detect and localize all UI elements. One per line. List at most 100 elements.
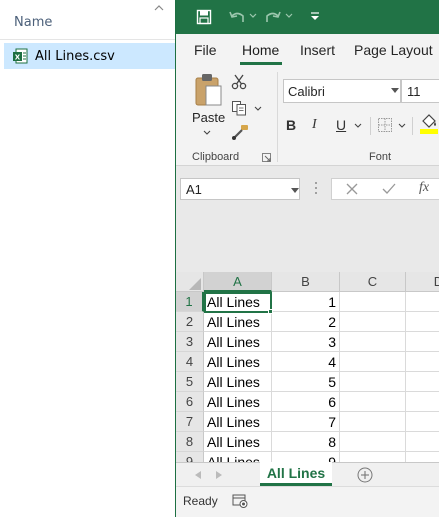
sheet-scroll-right-icon[interactable] — [216, 471, 222, 479]
borders-icon[interactable] — [377, 117, 393, 133]
status-text: Ready — [183, 494, 218, 508]
tab-home[interactable]: Home — [242, 42, 279, 58]
cell-c4[interactable] — [340, 352, 406, 372]
cell-d4[interactable] — [406, 352, 439, 372]
sheet-scroll-left-icon[interactable] — [195, 471, 201, 479]
cell-a8[interactable]: All Lines — [204, 432, 272, 452]
name-box[interactable]: A1 — [180, 178, 300, 200]
cell-d9[interactable] — [406, 452, 439, 462]
cell-d7[interactable] — [406, 412, 439, 432]
cell-b4[interactable]: 4 — [272, 352, 340, 372]
save-icon[interactable] — [196, 9, 212, 25]
macro-record-icon[interactable] — [232, 494, 248, 508]
table-row: 7 All Lines 7 — [176, 412, 439, 432]
spreadsheet-grid[interactable]: A B C D 1 All Lines 1 2 All Lines 2 3 Al… — [176, 272, 439, 462]
undo-icon[interactable] — [228, 9, 246, 25]
row-header[interactable]: 8 — [176, 432, 204, 452]
cell-a2[interactable]: All Lines — [204, 312, 272, 332]
cell-c3[interactable] — [340, 332, 406, 352]
enter-check-icon[interactable] — [382, 183, 396, 195]
row-header[interactable]: 2 — [176, 312, 204, 332]
paste-dropdown-icon[interactable] — [203, 130, 211, 135]
cell-b6[interactable]: 6 — [272, 392, 340, 412]
row-header[interactable]: 6 — [176, 392, 204, 412]
column-header-b[interactable]: B — [272, 272, 340, 292]
copy-dropdown-icon[interactable] — [254, 106, 262, 111]
dialog-launcher-icon[interactable] — [262, 153, 271, 162]
table-row: 1 All Lines 1 — [176, 292, 439, 312]
cell-b8[interactable]: 8 — [272, 432, 340, 452]
cell-d2[interactable] — [406, 312, 439, 332]
cell-c8[interactable] — [340, 432, 406, 452]
cell-b9[interactable]: 9 — [272, 452, 340, 462]
column-header-d[interactable]: D — [406, 272, 439, 292]
cell-a4[interactable]: All Lines — [204, 352, 272, 372]
tab-file[interactable]: File — [194, 42, 217, 58]
column-header-c[interactable]: C — [340, 272, 406, 292]
cell-c5[interactable] — [340, 372, 406, 392]
font-size-combo[interactable]: 11 — [401, 79, 439, 103]
cell-a3[interactable]: All Lines — [204, 332, 272, 352]
cell-a5[interactable]: All Lines — [204, 372, 272, 392]
cell-b2[interactable]: 2 — [272, 312, 340, 332]
cell-d6[interactable] — [406, 392, 439, 412]
copy-icon[interactable] — [231, 100, 247, 116]
undo-dropdown-icon[interactable] — [249, 13, 257, 19]
cell-d8[interactable] — [406, 432, 439, 452]
cell-b5[interactable]: 5 — [272, 372, 340, 392]
tab-insert[interactable]: Insert — [300, 42, 335, 58]
file-list-item[interactable]: X All Lines.csv — [4, 43, 175, 69]
borders-dropdown-icon[interactable] — [398, 123, 406, 128]
column-header-a[interactable]: A — [204, 272, 272, 292]
cell-d3[interactable] — [406, 332, 439, 352]
cell-d5[interactable] — [406, 372, 439, 392]
cell-a1[interactable]: All Lines — [204, 292, 272, 312]
formula-bar-grip-icon[interactable] — [314, 180, 318, 196]
row-header[interactable]: 4 — [176, 352, 204, 372]
chevron-down-icon[interactable] — [291, 188, 299, 193]
cell-c1[interactable] — [340, 292, 406, 312]
tab-page-layout[interactable]: Page Layout — [354, 42, 433, 58]
cell-a9[interactable]: All Lines — [204, 452, 272, 462]
customize-qat-icon[interactable] — [310, 11, 320, 21]
font-name-combo[interactable]: Calibri — [283, 79, 401, 103]
fill-handle[interactable] — [268, 309, 273, 314]
table-row: 6 All Lines 6 — [176, 392, 439, 412]
row-header[interactable]: 1 — [176, 292, 204, 312]
cell-b1[interactable]: 1 — [272, 292, 340, 312]
cut-icon[interactable] — [231, 74, 247, 90]
redo-dropdown-icon[interactable] — [285, 13, 293, 19]
row-header[interactable]: 3 — [176, 332, 204, 352]
paste-icon[interactable] — [193, 72, 223, 108]
row-header[interactable]: 9 — [176, 452, 204, 462]
redo-icon[interactable] — [264, 9, 282, 25]
cell-c7[interactable] — [340, 412, 406, 432]
select-all-button[interactable] — [176, 272, 204, 292]
italic-button[interactable]: I — [312, 117, 317, 133]
font-name-value: Calibri — [288, 84, 325, 99]
cell-b3[interactable]: 3 — [272, 332, 340, 352]
sort-ascending-icon[interactable] — [154, 4, 164, 12]
new-sheet-plus-icon[interactable] — [357, 467, 373, 483]
cell-c2[interactable] — [340, 312, 406, 332]
cell-a6[interactable]: All Lines — [204, 392, 272, 412]
insert-function-button[interactable]: fx — [419, 180, 429, 196]
underline-button[interactable]: U — [336, 117, 346, 133]
underline-dropdown-icon[interactable] — [354, 123, 362, 128]
explorer-column-header[interactable]: Name — [0, 0, 175, 40]
cancel-icon[interactable] — [346, 183, 358, 195]
row-header[interactable]: 5 — [176, 372, 204, 392]
format-painter-icon[interactable] — [231, 124, 249, 140]
bold-button[interactable]: B — [286, 117, 296, 133]
row-header[interactable]: 7 — [176, 412, 204, 432]
name-column-label[interactable]: Name — [14, 15, 52, 30]
fill-color-icon[interactable] — [420, 112, 438, 134]
cell-a7[interactable]: All Lines — [204, 412, 272, 432]
cell-d1[interactable] — [406, 292, 439, 312]
chevron-down-icon[interactable] — [391, 88, 399, 93]
sheet-tab-all-lines[interactable]: All Lines — [260, 462, 332, 486]
cell-c6[interactable] — [340, 392, 406, 412]
cell-b7[interactable]: 7 — [272, 412, 340, 432]
cell-c9[interactable] — [340, 452, 406, 462]
paste-button-label[interactable]: Paste — [192, 110, 225, 125]
